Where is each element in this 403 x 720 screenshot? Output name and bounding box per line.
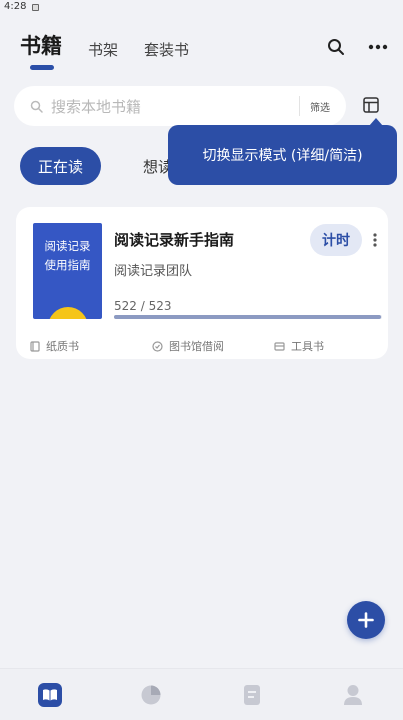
status-bar: 4:28	[0, 0, 403, 14]
search-divider	[299, 96, 300, 116]
add-book-button[interactable]	[347, 601, 385, 639]
reading-status-tabs: 正在读 想读	[20, 147, 191, 185]
book-title: 阅读记录新手指南	[114, 231, 235, 249]
book-icon	[30, 340, 40, 352]
tag-paper-book: 纸质书	[30, 338, 152, 354]
tab-bookshelf[interactable]: 书架	[88, 39, 118, 66]
user-icon[interactable]	[338, 680, 368, 710]
header-tabs: 书籍 书架 套装书	[20, 30, 189, 70]
tag-label: 纸质书	[46, 340, 79, 353]
timer-button[interactable]: 计时	[310, 224, 362, 256]
layout-toggle-icon[interactable]	[363, 97, 381, 115]
search-input[interactable]: 搜索本地书籍	[51, 96, 299, 117]
more-vertical-icon[interactable]	[371, 231, 379, 249]
status-time: 4:28	[4, 1, 27, 12]
search-icon[interactable]	[325, 36, 347, 58]
cover-title-line1: 阅读记录	[44, 239, 91, 253]
cover-title-line2: 使用指南	[44, 258, 91, 272]
tag-label: 工具书	[291, 340, 324, 353]
search-small-icon	[30, 100, 43, 113]
tooltip-text: 切换显示模式 (详细/简洁)	[202, 148, 363, 164]
header-actions	[325, 36, 389, 58]
book-author: 阅读记录团队	[114, 264, 193, 279]
book-tags: 纸质书 图书馆借阅 工具书	[30, 338, 380, 354]
display-mode-tooltip: 切换显示模式 (详细/简洁)	[168, 118, 397, 185]
tag-label: 图书馆借阅	[169, 340, 224, 353]
tag-library-borrow: 图书馆借阅	[152, 338, 274, 354]
search-bar[interactable]: 搜索本地书籍 筛选	[14, 86, 346, 126]
book-cover: 阅读记录 使用指南	[33, 223, 102, 319]
tool-icon	[274, 341, 285, 351]
reading-progress-text: 522 / 523	[114, 299, 172, 313]
note-icon[interactable]	[237, 680, 267, 710]
book-open-icon[interactable]	[35, 680, 65, 710]
tab-book-sets[interactable]: 套装书	[144, 39, 189, 66]
tab-reading[interactable]: 正在读	[20, 147, 102, 185]
more-horizontal-icon[interactable]	[367, 36, 389, 58]
library-icon	[152, 340, 163, 352]
cover-decoration	[48, 307, 88, 319]
filter-button[interactable]: 筛选	[310, 99, 330, 114]
progress-bar	[114, 315, 382, 319]
progress-bar-fill	[114, 315, 382, 319]
book-card[interactable]: 阅读记录 使用指南 阅读记录新手指南 阅读记录团队 计时 522 / 523 纸…	[16, 207, 388, 359]
tab-books[interactable]: 书籍	[20, 30, 62, 70]
notification-icon	[32, 3, 40, 11]
bottom-navigation	[0, 668, 403, 720]
pie-chart-icon[interactable]	[136, 680, 166, 710]
tag-tool-book: 工具书	[274, 338, 324, 354]
plus-icon	[358, 612, 374, 628]
